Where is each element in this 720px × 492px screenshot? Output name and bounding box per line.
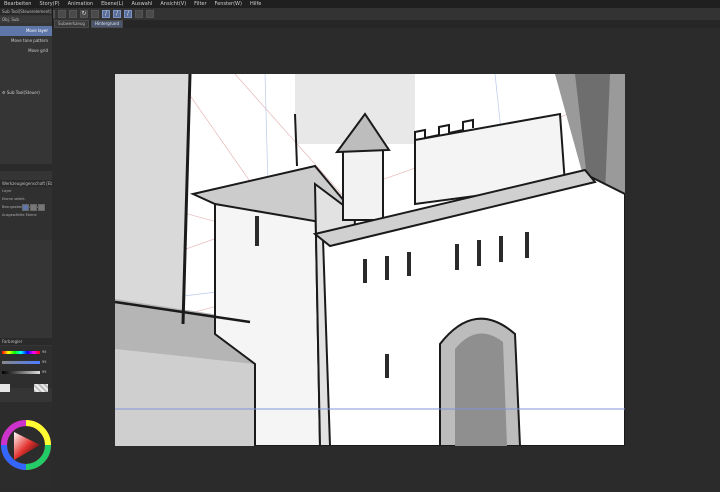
gear-icon: ⚙ — [2, 90, 6, 95]
subtool-panel-header: Sub Tool[Steuerelement] — [0, 8, 52, 15]
ruler-icon[interactable]: / — [124, 10, 132, 18]
castle-sketch — [115, 74, 625, 446]
hue-value: 95 — [42, 350, 47, 354]
snap-icon[interactable] — [146, 10, 154, 18]
swatch[interactable] — [38, 204, 45, 211]
swatch[interactable] — [30, 204, 37, 211]
transparent-color-chip[interactable] — [34, 384, 48, 392]
main-color-chip[interactable] — [0, 384, 10, 392]
swatch-selected[interactable] — [22, 204, 29, 211]
tool-property-row[interactable]: Layer — [0, 187, 52, 195]
menu-ansicht[interactable]: Ansicht(V) — [156, 1, 190, 7]
canvas-tab-bar: Subwerkzeug Hintergrund — [52, 20, 720, 28]
menu-ebene[interactable]: Ebene(L) — [97, 1, 127, 7]
brightness-slider[interactable]: 95 — [2, 369, 50, 376]
color-chips — [0, 384, 52, 394]
menu-fenster[interactable]: Fenster(W) — [211, 1, 246, 7]
brightness-value: 95 — [42, 370, 47, 374]
menu-filter[interactable]: Filter — [190, 1, 210, 7]
saturation-slider[interactable]: 95 — [2, 359, 50, 366]
panel-icons-strip — [0, 164, 52, 171]
rotate-icon[interactable]: ↻ — [80, 10, 88, 18]
subtool-group[interactable]: ⚙ Sub Tool(Steuer) — [0, 88, 52, 97]
left-panel: Sub Tool[Steuerelement] Obj. Sub Move la… — [0, 8, 53, 488]
menu-story[interactable]: Story(P) — [35, 1, 63, 7]
menu-animation[interactable]: Animation — [64, 1, 98, 7]
tool-property-row[interactable]: Ebene selekt. — [0, 195, 52, 203]
color-slider-header: Farbregler — [0, 338, 52, 345]
color-sliders: 95 95 95 — [0, 346, 52, 388]
menu-auswahl[interactable]: Auswahl — [127, 1, 156, 7]
canvas-workspace[interactable] — [52, 28, 720, 480]
tool-property-row[interactable]: Ausgewählte Ebene — [0, 211, 52, 219]
pen-icon[interactable]: / — [102, 10, 110, 18]
subtool-list: Move layer Move tone pattern Move grid — [0, 26, 52, 56]
subtool-item[interactable]: Move layer — [0, 26, 52, 36]
menu-bar: Bearbeiten Story(P) Animation Ebene(L) Auswa… — [0, 0, 720, 8]
color-triangle[interactable] — [14, 432, 40, 460]
subtool-item[interactable]: Move tone pattern — [0, 36, 52, 46]
menu-hilfe[interactable]: Hilfe — [246, 1, 265, 7]
hue-slider[interactable]: 95 — [2, 349, 50, 356]
subtool-group-label: Sub Tool(Steuer) — [6, 90, 40, 95]
transform-icon[interactable] — [69, 10, 77, 18]
canvas-tab[interactable]: Hintergrund — [90, 20, 124, 28]
color-wheel-panel — [0, 402, 52, 488]
subtool-top-item[interactable]: Obj. Sub — [0, 16, 52, 23]
clear-icon[interactable] — [58, 10, 66, 18]
pencil-icon[interactable]: / — [113, 10, 121, 18]
drawing-canvas[interactable] — [115, 74, 625, 446]
hand-icon[interactable] — [91, 10, 99, 18]
color-wheel[interactable] — [0, 402, 52, 488]
tool-property-header: Werkzeugeigenschaft [Ebene] — [0, 180, 52, 187]
menu-bearbeiten[interactable]: Bearbeiten — [0, 1, 35, 7]
layer-swatches — [22, 204, 46, 211]
saturation-value: 95 — [42, 360, 47, 364]
canvas-tab[interactable]: Subwerkzeug — [54, 20, 89, 28]
zoom-icon[interactable] — [135, 10, 143, 18]
subtool-item[interactable]: Move grid — [0, 46, 52, 56]
